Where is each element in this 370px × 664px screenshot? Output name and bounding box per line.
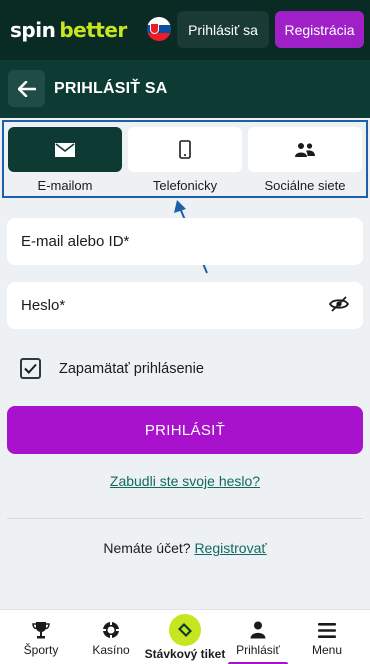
nav-login-label: Prihlásiť [236, 643, 280, 657]
remember-label: Zapamätať prihlásenie [59, 360, 204, 377]
remember-checkbox[interactable] [20, 358, 41, 379]
submit-login-button[interactable]: PRIHLÁSIŤ [7, 406, 363, 454]
nav-login[interactable]: Prihlásiť [224, 610, 292, 664]
nav-sports-label: Športy [23, 643, 59, 657]
arrow-left-icon [17, 80, 36, 97]
register-button[interactable]: Registrácia [275, 11, 364, 48]
nav-bet-slip[interactable]: Stávkový tiket [142, 610, 228, 664]
tab-email[interactable] [8, 127, 122, 172]
tab-social[interactable] [248, 127, 362, 172]
user-icon [250, 621, 266, 639]
email-field[interactable]: E-mail alebo ID* [7, 218, 363, 265]
logo-better: better [59, 18, 127, 42]
forgot-password-link[interactable]: Zabudli ste svoje heslo? [0, 473, 370, 489]
trophy-icon [32, 622, 50, 639]
nav-casino[interactable]: Kasíno [70, 610, 152, 664]
smartphone-icon [179, 140, 191, 159]
register-link[interactable]: Registrovať [194, 540, 266, 556]
nav-casino-label: Kasíno [92, 643, 130, 657]
casino-chip-icon [103, 622, 119, 638]
login-button[interactable]: Prihlásiť sa [177, 11, 269, 48]
tab-phone-label: Telefonicky [152, 178, 218, 193]
top-bar: spin better Prihlásiť sa Registrácia [0, 0, 370, 60]
page-header: PRIHLÁSIŤ SA [0, 60, 370, 118]
tab-social-label: Sociálne siete [264, 178, 346, 193]
nav-bet-slip-label: Stávkový tiket [144, 647, 226, 661]
eye-slash-icon[interactable] [328, 296, 350, 317]
hamburger-icon [318, 622, 336, 638]
tab-email-label: E-mailom [37, 178, 93, 193]
nav-menu[interactable]: Menu [292, 610, 362, 664]
page-title: PRIHLÁSIŤ SA [54, 80, 168, 97]
tab-phone[interactable] [128, 127, 242, 172]
envelope-icon [55, 142, 75, 157]
back-button[interactable] [8, 70, 45, 107]
no-account-row: Nemáte účet? Registrovať [0, 540, 370, 556]
remember-me[interactable]: Zapamätať prihlásenie [20, 358, 204, 379]
slovakia-flag-icon[interactable] [147, 17, 171, 41]
password-placeholder: Heslo* [21, 297, 66, 314]
users-icon [295, 142, 315, 157]
ticket-icon [169, 614, 201, 646]
password-field[interactable]: Heslo* [7, 282, 363, 329]
logo-spin: spin [10, 18, 56, 42]
brand-logo[interactable]: spin better [10, 17, 127, 43]
email-placeholder: E-mail alebo ID* [21, 233, 130, 250]
checkmark-icon [24, 363, 37, 374]
bottom-nav: Športy Kasíno Stávkový tiket Prihlásiť M… [0, 609, 370, 664]
nav-menu-label: Menu [311, 643, 343, 657]
no-account-text: Nemáte účet? [103, 540, 191, 556]
divider [7, 518, 363, 519]
